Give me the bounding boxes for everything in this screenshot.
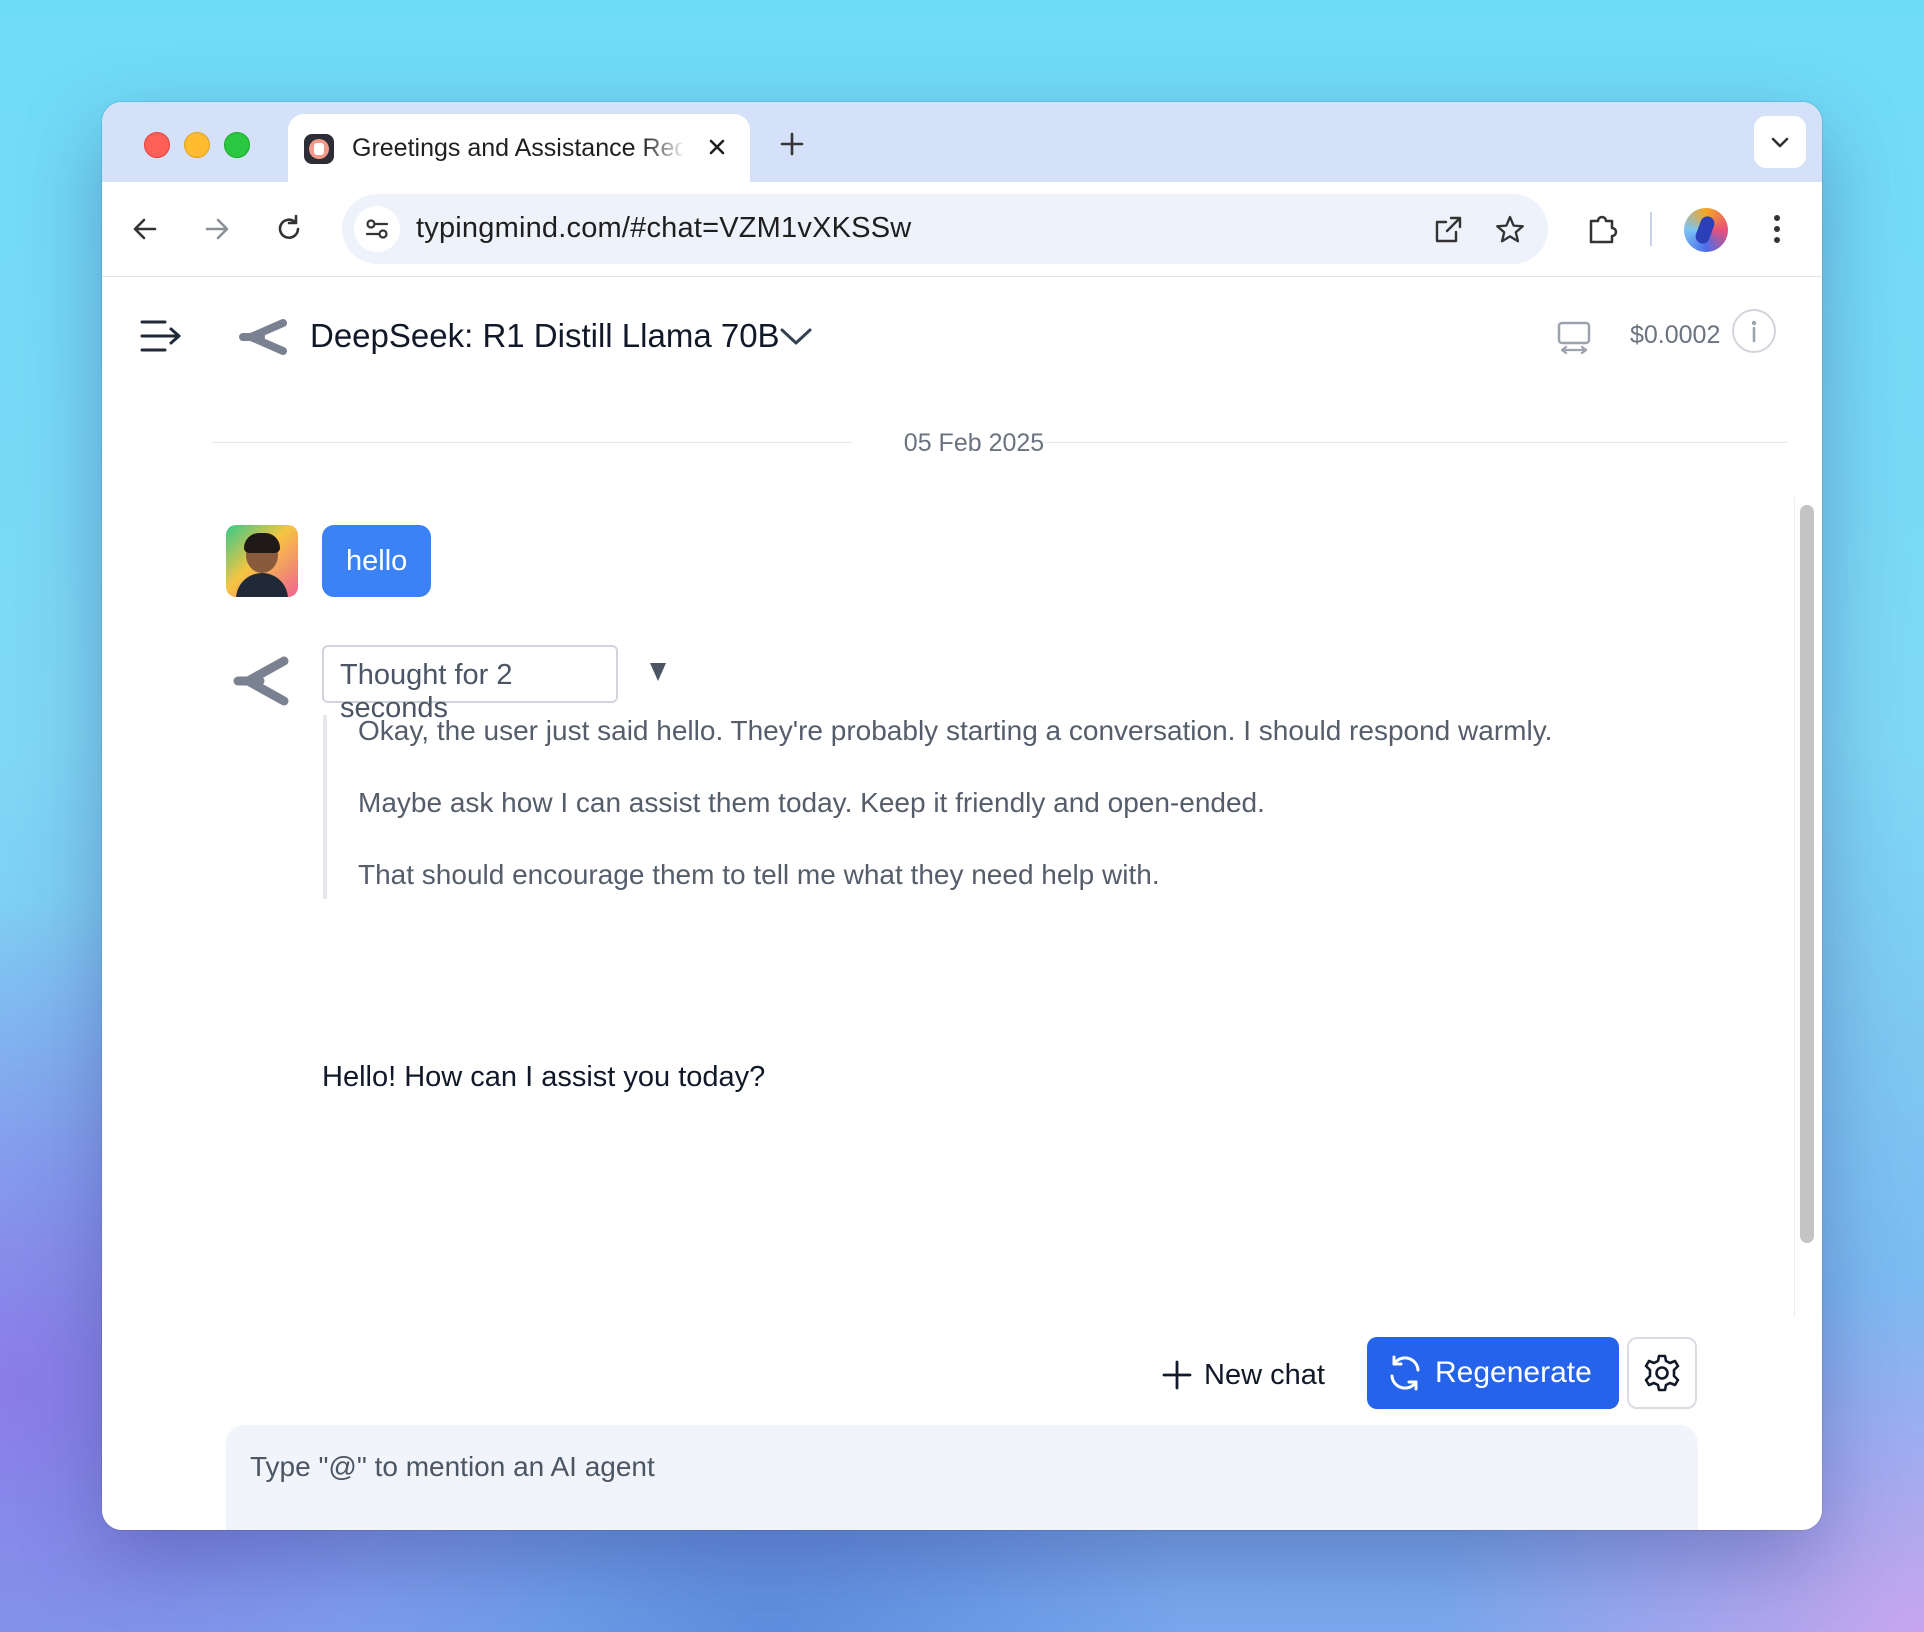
scrollbar-thumb[interactable] bbox=[1800, 505, 1814, 1243]
browser-toolbar: typingmind.com/#chat=VZM1vXKSSw bbox=[102, 182, 1822, 277]
attachment-icon[interactable] bbox=[568, 1527, 614, 1530]
message-input[interactable] bbox=[250, 1447, 1670, 1487]
new-chat-button[interactable]: New chat bbox=[1152, 1339, 1342, 1411]
close-window-button[interactable] bbox=[144, 132, 170, 158]
thought-content: Okay, the user just said hello. They're … bbox=[323, 715, 1627, 899]
chat-settings-button[interactable] bbox=[1627, 1337, 1697, 1409]
open-external-icon[interactable] bbox=[1428, 210, 1468, 250]
browser-tab[interactable]: Greetings and Assistance Request bbox=[288, 114, 750, 182]
sidebar-toggle-icon[interactable] bbox=[136, 315, 186, 357]
date-divider-line bbox=[1042, 442, 1787, 443]
date-divider-line bbox=[212, 442, 852, 443]
typingmind-favicon-icon bbox=[304, 134, 334, 164]
deepseek-model-icon bbox=[238, 315, 288, 359]
prompt-library-icon[interactable] bbox=[408, 1527, 454, 1530]
model-selector-label[interactable]: DeepSeek: R1 Distill Llama 70B bbox=[310, 317, 780, 355]
gear-icon bbox=[1644, 1354, 1680, 1392]
magic-wand-icon[interactable] bbox=[488, 1527, 534, 1530]
regenerate-button[interactable]: Regenerate bbox=[1367, 1337, 1619, 1409]
maximize-window-button[interactable] bbox=[224, 132, 250, 158]
thought-line: That should encourage them to tell me wh… bbox=[358, 859, 1160, 890]
tab-search-button[interactable] bbox=[1754, 116, 1806, 168]
tab-strip: Greetings and Assistance Request bbox=[102, 102, 1822, 182]
split-view-icon[interactable] bbox=[1552, 317, 1596, 357]
microphone-icon[interactable] bbox=[648, 1527, 694, 1530]
star-icon[interactable] bbox=[1490, 210, 1530, 250]
chat-cost: $0.0002 bbox=[1630, 321, 1721, 349]
deepseek-assistant-icon bbox=[232, 653, 292, 713]
minimize-window-button[interactable] bbox=[184, 132, 210, 158]
chevron-down-icon[interactable] bbox=[778, 321, 814, 351]
user-avatar bbox=[226, 525, 298, 597]
info-icon[interactable] bbox=[1732, 309, 1776, 353]
thought-line: Maybe ask how I can assist them today. K… bbox=[358, 787, 1265, 818]
new-chat-label: New chat bbox=[1204, 1359, 1325, 1391]
back-arrow-icon[interactable] bbox=[120, 204, 170, 254]
url-text[interactable]: typingmind.com/#chat=VZM1vXKSSw bbox=[416, 212, 911, 245]
site-info-icon[interactable] bbox=[354, 206, 400, 252]
reload-icon[interactable] bbox=[264, 204, 314, 254]
tab-title: Greetings and Assistance Request bbox=[352, 134, 682, 162]
search-icon[interactable] bbox=[248, 1527, 294, 1530]
regenerate-label: Regenerate bbox=[1435, 1356, 1592, 1389]
refresh-icon bbox=[1390, 1355, 1420, 1391]
plus-icon bbox=[1162, 1360, 1192, 1390]
close-tab-icon[interactable] bbox=[700, 130, 734, 164]
message-date: 05 Feb 2025 bbox=[903, 429, 1045, 457]
thought-toggle-button[interactable]: Thought for 2 seconds bbox=[322, 645, 666, 724]
extensions-icon[interactable] bbox=[1578, 204, 1628, 254]
address-bar[interactable]: typingmind.com/#chat=VZM1vXKSSw bbox=[342, 194, 1548, 264]
mention-icon[interactable] bbox=[328, 1527, 374, 1530]
browser-window: Greetings and Assistance Request bbox=[102, 102, 1822, 1530]
forward-arrow-icon[interactable] bbox=[192, 204, 242, 254]
profile-avatar[interactable] bbox=[1684, 208, 1728, 252]
typingmind-app: DeepSeek: R1 Distill Llama 70B $0.0002 0… bbox=[102, 277, 1822, 1530]
more-menu-icon[interactable] bbox=[1752, 204, 1802, 254]
chevron-down-icon bbox=[1771, 137, 1789, 148]
thought-line: Okay, the user just said hello. They're … bbox=[358, 715, 1553, 746]
assistant-reply: Hello! How can I assist you today? bbox=[322, 1061, 766, 1093]
caret-down-icon bbox=[650, 663, 666, 681]
new-tab-icon[interactable] bbox=[772, 124, 812, 164]
user-message-bubble: hello bbox=[322, 525, 432, 597]
message-composer bbox=[226, 1425, 1698, 1530]
